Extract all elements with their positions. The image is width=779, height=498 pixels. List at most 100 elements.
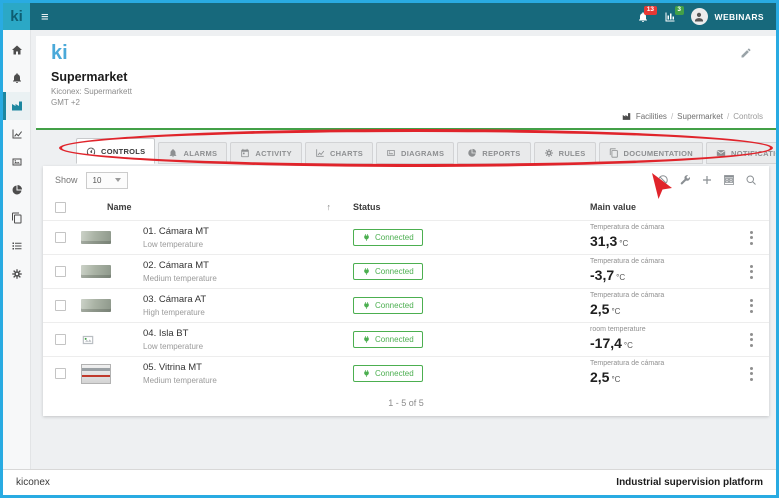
facility-subtitle: Kiconex: Supermarkett bbox=[51, 87, 132, 96]
sidebar-item-reports[interactable] bbox=[3, 176, 30, 204]
value-unit: °C bbox=[619, 239, 628, 248]
ban-icon bbox=[657, 174, 669, 186]
sidebar-item-documentation[interactable] bbox=[3, 204, 30, 232]
table-row[interactable]: 01. Cámara MT Low temperature Connected … bbox=[43, 220, 769, 254]
device-subtitle: High temperature bbox=[143, 308, 353, 317]
device-thumbnail[interactable] bbox=[81, 265, 111, 278]
value-unit: °C bbox=[611, 375, 620, 384]
table-row[interactable]: 02. Cámara MT Medium temperature Connect… bbox=[43, 254, 769, 288]
device-thumbnail[interactable] bbox=[81, 364, 111, 384]
page-size-select[interactable]: 10 bbox=[86, 172, 128, 189]
facility-logo: ki bbox=[51, 42, 68, 65]
hamburger-icon[interactable]: ≡ bbox=[41, 10, 49, 23]
sidebar-item-settings[interactable] bbox=[3, 260, 30, 288]
top-bar: ki ≡ 13 3 WEBINARS bbox=[3, 3, 776, 30]
sidebar-item-alarms[interactable] bbox=[3, 64, 30, 92]
page-size-value: 10 bbox=[93, 176, 102, 185]
row-menu-button[interactable] bbox=[746, 261, 757, 283]
sidebar-item-facilities[interactable] bbox=[3, 92, 30, 120]
device-subtitle: Low temperature bbox=[143, 342, 353, 351]
select-all-checkbox[interactable] bbox=[55, 202, 66, 213]
line-chart-icon bbox=[315, 148, 325, 158]
row-menu-button[interactable] bbox=[746, 329, 757, 351]
avatar[interactable] bbox=[691, 8, 708, 25]
tab-rules[interactable]: RULES bbox=[534, 142, 596, 164]
row-checkbox[interactable] bbox=[55, 334, 66, 345]
table-row[interactable]: 04. Isla BT Low temperature Connected ro… bbox=[43, 322, 769, 356]
wrench-icon bbox=[679, 174, 691, 186]
tab-documentation[interactable]: DOCUMENTATION bbox=[599, 142, 703, 164]
device-subtitle: Low temperature bbox=[143, 240, 353, 249]
footer-tagline: Industrial supervision platform bbox=[616, 477, 763, 488]
edit-facility-button[interactable] bbox=[740, 47, 752, 59]
status-text: Connected bbox=[375, 301, 414, 310]
column-header-name[interactable]: Name bbox=[107, 202, 132, 212]
image-icon bbox=[11, 156, 23, 168]
value-label: Temperatura de cámara bbox=[590, 360, 733, 367]
tab-label: DIAGRAMS bbox=[401, 149, 444, 158]
row-menu-button[interactable] bbox=[746, 363, 757, 385]
tab-label: NOTIFICATIONS bbox=[731, 149, 779, 158]
sidebar-item-home[interactable] bbox=[3, 36, 30, 64]
table-row[interactable]: 03. Cámara AT High temperature Connected… bbox=[43, 288, 769, 322]
table-row[interactable]: 05. Vitrina MT Medium temperature Connec… bbox=[43, 356, 769, 390]
value-number: -17,4 bbox=[590, 335, 622, 351]
column-header-status[interactable]: Status bbox=[353, 202, 590, 212]
alerts-bell-button[interactable]: 13 bbox=[637, 11, 649, 23]
plug-icon bbox=[362, 267, 371, 276]
calendar-icon bbox=[240, 148, 250, 158]
tab-alarms[interactable]: ALARMS bbox=[158, 142, 227, 164]
sort-ascending-icon[interactable]: ↑ bbox=[327, 202, 332, 212]
factory-icon bbox=[11, 100, 23, 112]
row-checkbox[interactable] bbox=[55, 368, 66, 379]
row-menu-button[interactable] bbox=[746, 227, 757, 249]
row-checkbox[interactable] bbox=[55, 266, 66, 277]
device-thumbnail[interactable] bbox=[81, 299, 111, 312]
tab-charts[interactable]: CHARTS bbox=[305, 142, 373, 164]
disable-button[interactable] bbox=[657, 174, 669, 186]
tab-reports[interactable]: REPORTS bbox=[457, 142, 530, 164]
pie-chart-icon bbox=[11, 184, 23, 196]
breadcrumb: Facilities / Supermarket / Controls bbox=[622, 112, 763, 121]
tab-controls[interactable]: CONTROLS bbox=[76, 138, 155, 164]
breadcrumb-supermarket[interactable]: Supermarket bbox=[677, 112, 723, 121]
breadcrumb-facilities[interactable]: Facilities bbox=[636, 112, 667, 121]
broken-image-icon[interactable] bbox=[81, 333, 95, 347]
plug-icon bbox=[362, 335, 371, 344]
bell-icon bbox=[168, 148, 178, 158]
device-thumbnail[interactable] bbox=[81, 231, 111, 244]
tab-label: ALARMS bbox=[183, 149, 217, 158]
pages-icon bbox=[11, 212, 23, 224]
breadcrumb-controls[interactable]: Controls bbox=[733, 112, 763, 121]
app-window: ki ≡ 13 3 WEBINARS bbox=[0, 0, 779, 498]
sidebar-item-list[interactable] bbox=[3, 232, 30, 260]
device-name: 02. Cámara MT bbox=[143, 260, 353, 271]
row-checkbox[interactable] bbox=[55, 300, 66, 311]
brand-logo[interactable]: ki bbox=[3, 3, 30, 30]
status-text: Connected bbox=[375, 267, 414, 276]
row-checkbox[interactable] bbox=[55, 232, 66, 243]
image-icon bbox=[386, 148, 396, 158]
table-view-button[interactable] bbox=[723, 174, 735, 186]
tools-button[interactable] bbox=[679, 174, 691, 186]
add-button[interactable] bbox=[701, 174, 713, 186]
row-menu-button[interactable] bbox=[746, 295, 757, 317]
tab-diagrams[interactable]: DIAGRAMS bbox=[376, 142, 454, 164]
charts-shortcut-button[interactable]: 3 bbox=[664, 11, 676, 23]
gauge-icon bbox=[86, 146, 96, 156]
user-menu-label[interactable]: WEBINARS bbox=[715, 12, 764, 22]
tab-label: ACTIVITY bbox=[255, 149, 292, 158]
status-badge: Connected bbox=[353, 297, 423, 314]
value-label: Temperatura de cámara bbox=[590, 224, 733, 231]
device-name: 01. Cámara MT bbox=[143, 226, 353, 237]
tab-notifications[interactable]: NOTIFICATIONS bbox=[706, 142, 779, 164]
search-button[interactable] bbox=[745, 174, 757, 186]
column-header-main-value[interactable]: Main value bbox=[590, 202, 733, 212]
sidebar-item-charts[interactable] bbox=[3, 120, 30, 148]
tab-activity[interactable]: ACTIVITY bbox=[230, 142, 302, 164]
sidebar-item-diagrams[interactable] bbox=[3, 148, 30, 176]
chevron-down-icon bbox=[115, 178, 121, 182]
factory-icon bbox=[622, 112, 631, 121]
device-name: 04. Isla BT bbox=[143, 328, 353, 339]
value-number: 2,5 bbox=[590, 301, 609, 317]
